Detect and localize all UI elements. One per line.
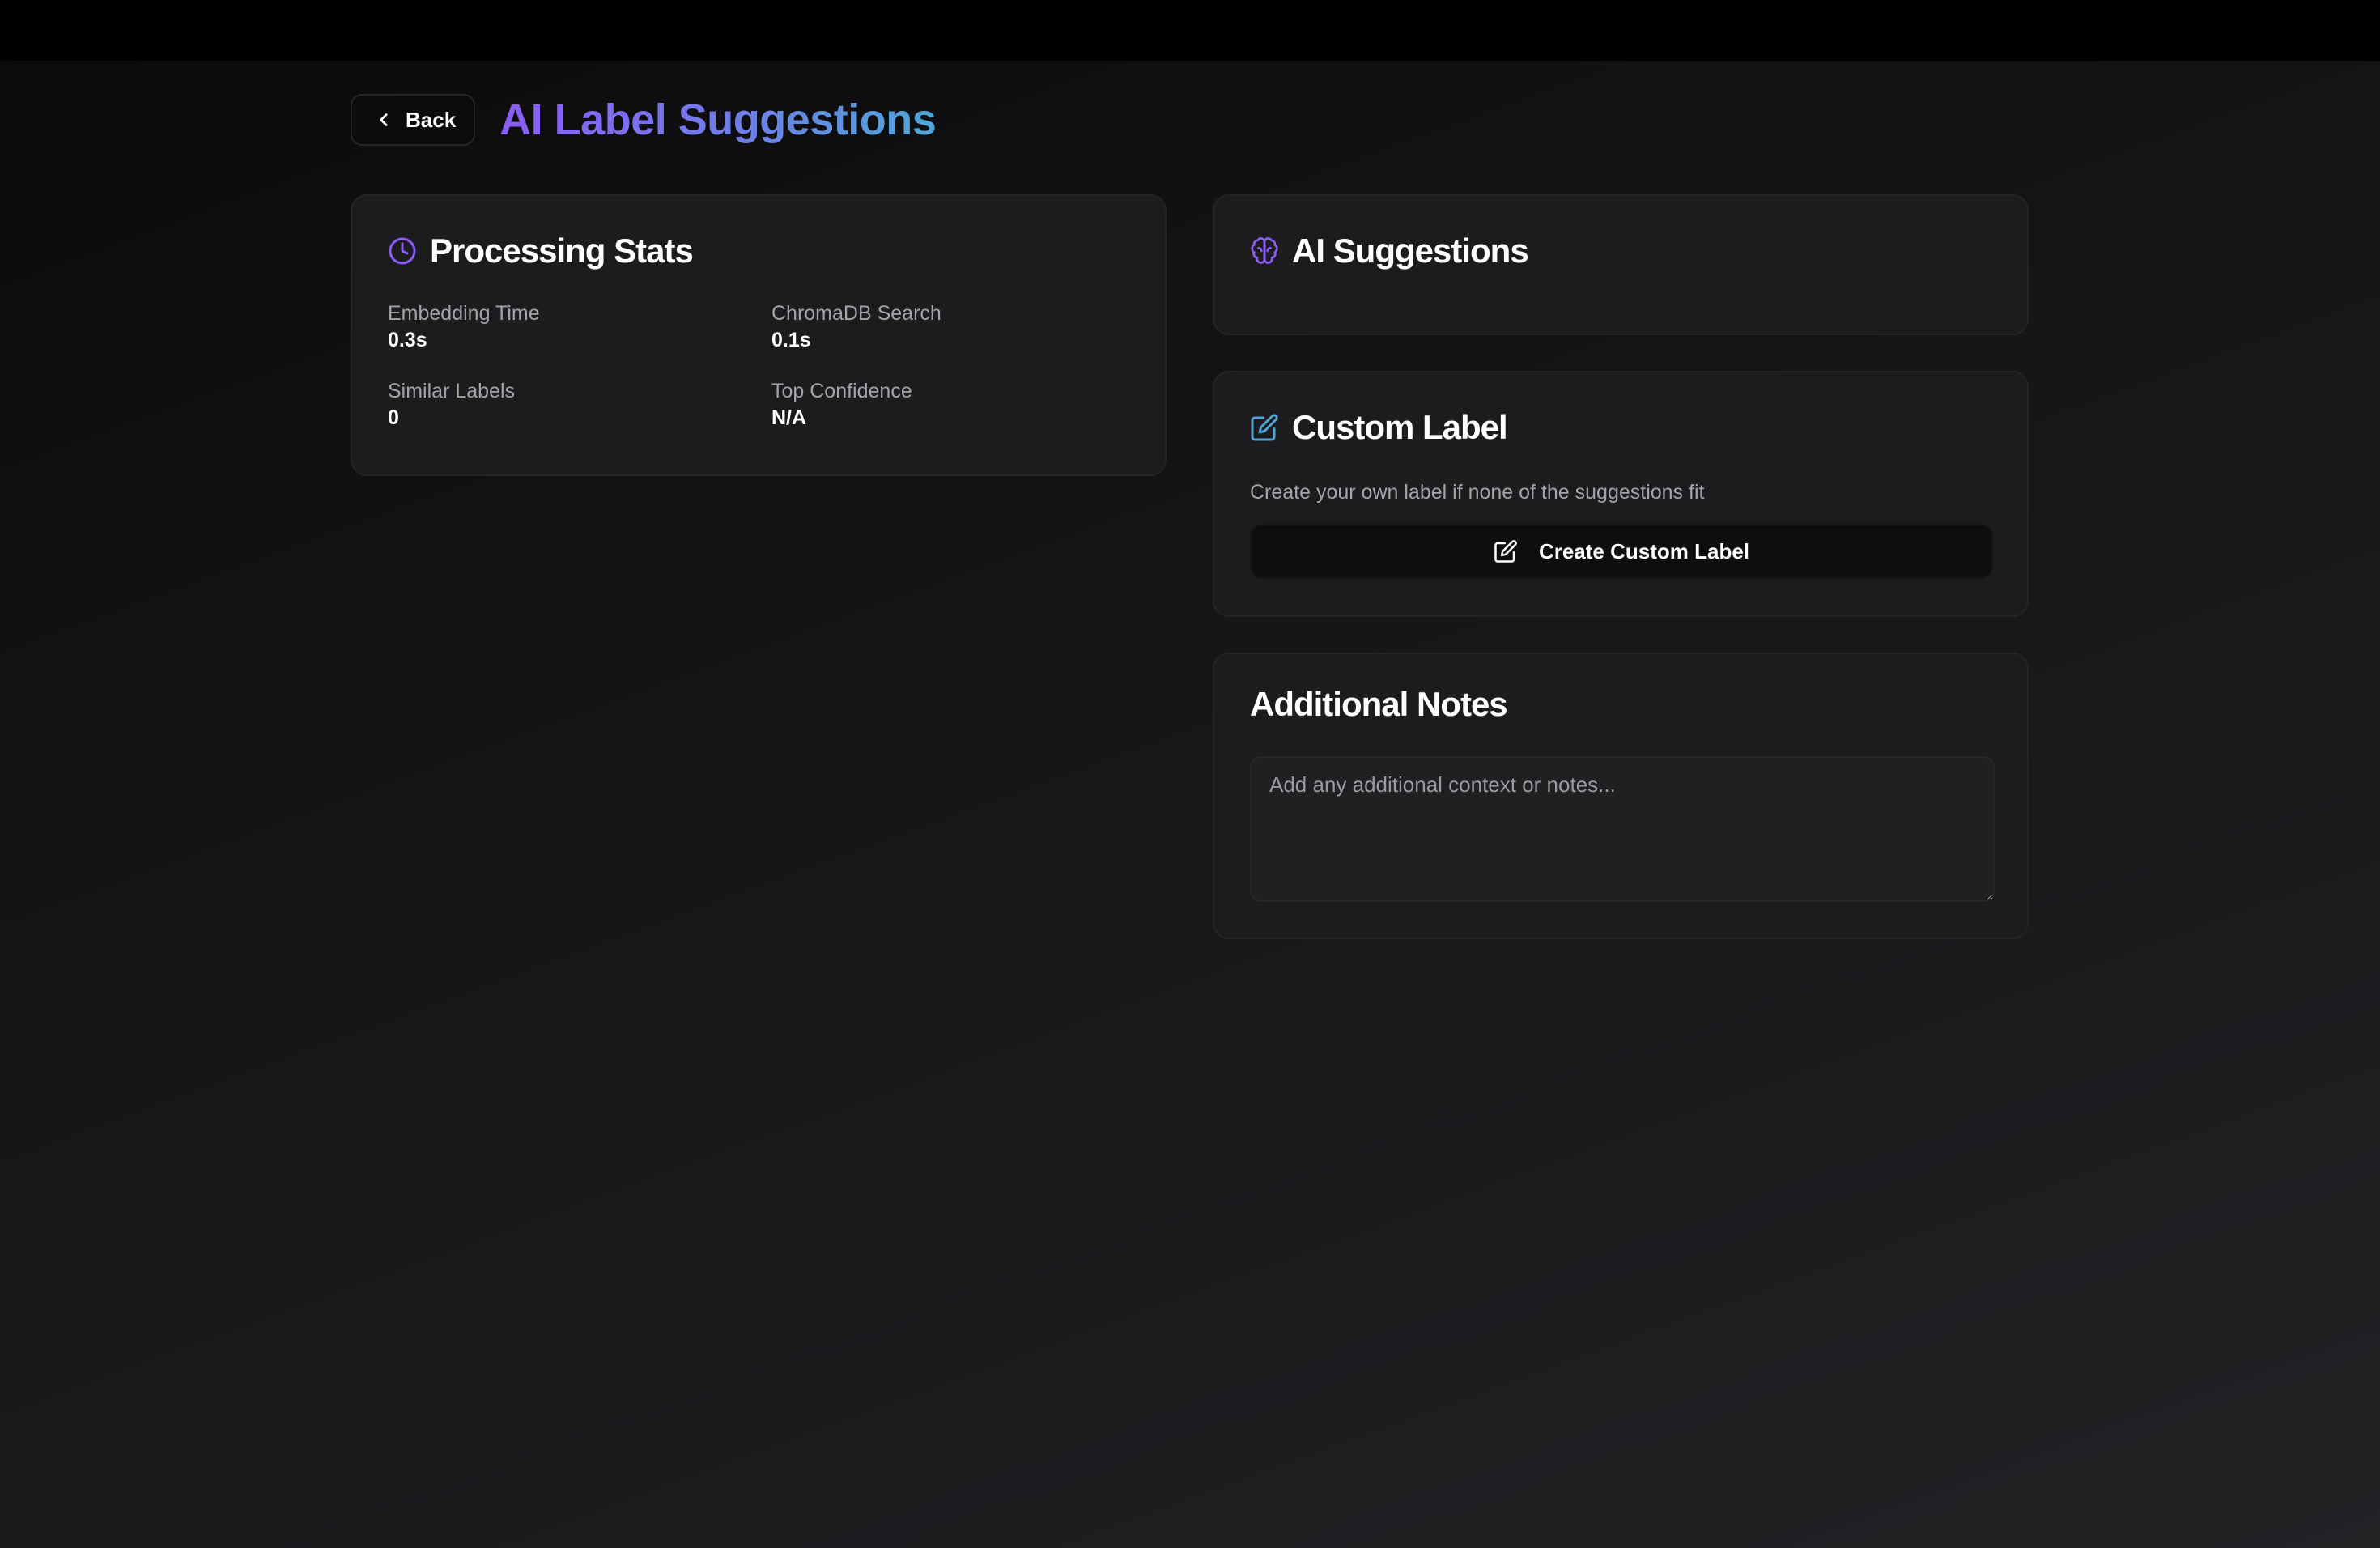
additional-notes-title: Additional Notes: [1250, 685, 1508, 723]
ai-suggestions-header: AI Suggestions: [1250, 232, 1991, 270]
stat-value: N/A: [771, 406, 807, 429]
stat-chromadb-search: ChromaDB Search 0.1s: [771, 301, 1149, 355]
custom-label-card: Custom Label Create your own label if no…: [1213, 371, 2029, 617]
processing-stats-title: Processing Stats: [430, 232, 694, 270]
back-button[interactable]: Back: [351, 94, 476, 146]
edit-icon: [1251, 414, 1278, 441]
additional-notes-header: Additional Notes: [1250, 685, 1991, 724]
custom-label-header: Custom Label: [1250, 408, 1991, 447]
edit-icon: [1494, 540, 1517, 563]
processing-stats-header: Processing Stats: [388, 232, 1129, 270]
additional-notes-textarea[interactable]: [1250, 756, 1995, 902]
clock-icon: [389, 237, 416, 265]
stat-similar-labels: Similar Labels 0: [388, 379, 771, 432]
stat-value: 0.3s: [388, 329, 427, 351]
brain-icon: [1251, 237, 1278, 264]
page-title: AI Label Suggestions: [499, 96, 937, 144]
page-header: Back AI Label Suggestions: [351, 94, 937, 146]
custom-label-title: Custom Label: [1292, 408, 1508, 446]
processing-stats-card: Processing Stats Embedding Time 0.3s Chr…: [351, 194, 1167, 476]
custom-label-description: Create your own label if none of the sug…: [1250, 481, 1705, 504]
stat-label: Similar Labels: [388, 380, 516, 402]
stat-value: 0: [388, 406, 399, 429]
stat-label: Embedding Time: [388, 302, 540, 325]
stat-embedding-time: Embedding Time 0.3s: [388, 301, 771, 355]
create-custom-label-label: Create Custom Label: [1538, 538, 1750, 563]
stat-label: Top Confidence: [771, 380, 912, 402]
stat-value: 0.1s: [771, 329, 811, 351]
stats-grid: Embedding Time 0.3s ChromaDB Search 0.1s…: [388, 301, 1149, 432]
top-bar: [0, 0, 2380, 61]
ai-suggestions-title: AI Suggestions: [1292, 232, 1529, 270]
back-button-label: Back: [406, 107, 457, 132]
additional-notes-card: Additional Notes: [1213, 653, 2029, 939]
ai-suggestions-card: AI Suggestions: [1213, 194, 2029, 335]
stat-top-confidence: Top Confidence N/A: [771, 379, 1149, 432]
create-custom-label-button[interactable]: Create Custom Label: [1250, 524, 1993, 579]
stat-label: ChromaDB Search: [771, 302, 941, 325]
chevron-left-icon: [380, 113, 388, 126]
